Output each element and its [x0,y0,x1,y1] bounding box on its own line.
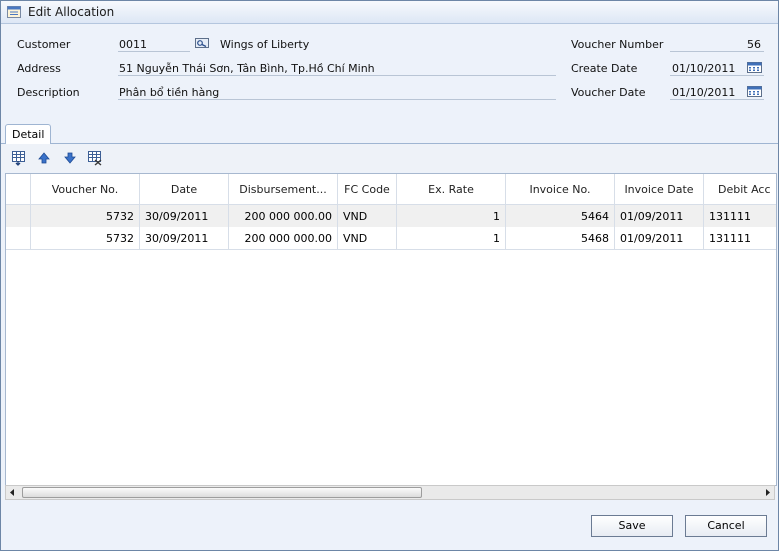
table-cell[interactable]: 01/09/2011 [615,227,704,249]
description-label: Description [17,86,80,99]
table-cell[interactable]: 01/09/2011 [615,205,704,227]
customer-code-field[interactable]: 0011 [119,38,147,51]
row-indicator[interactable] [6,227,31,249]
tab-strip: Detail [1,122,778,144]
customer-code-underline [118,51,190,52]
scroll-left-icon[interactable] [6,486,20,499]
detail-grid: Voucher No. Date Disbursement... FC Code… [5,173,777,486]
voucher-number-field[interactable]: 56 [671,38,761,51]
save-button[interactable]: Save [591,515,673,537]
address-underline [118,75,556,76]
move-up-icon[interactable] [36,150,52,166]
description-field[interactable]: Phân bổ tiền hàng [119,86,219,99]
window-icon [7,6,21,18]
column-header[interactable]: Ex. Rate [397,174,506,204]
table-cell[interactable]: 131111 [704,227,776,249]
lookup-icon[interactable] [195,38,209,48]
calendar-icon[interactable] [747,86,762,97]
grid-toolbar [1,144,778,172]
address-field[interactable]: 51 Nguyễn Thái Sơn, Tân Bình, Tp.Hồ Chí … [119,62,375,75]
column-header[interactable]: Invoice Date [615,174,704,204]
cancel-button[interactable]: Cancel [685,515,767,537]
table-row[interactable]: 5732 30/09/2011 200 000 000.00 VND 1 546… [6,205,776,227]
table-cell[interactable]: 200 000 000.00 [229,205,338,227]
table-cell[interactable]: 5464 [506,205,615,227]
window-title: Edit Allocation [28,5,115,19]
create-date-label: Create Date [571,62,638,75]
create-date-underline [670,75,764,76]
description-underline [118,99,556,100]
column-header[interactable]: Invoice No. [506,174,615,204]
column-header[interactable]: Voucher No. [31,174,140,204]
voucher-date-label: Voucher Date [571,86,646,99]
table-cell[interactable]: 5732 [31,227,140,249]
table-cell[interactable]: 30/09/2011 [140,205,229,227]
scrollbar-thumb[interactable] [22,487,422,498]
edit-allocation-dialog: Edit Allocation Customer 0011 Wings of L… [0,0,779,551]
voucher-number-label: Voucher Number [571,38,664,51]
tab-detail[interactable]: Detail [5,124,51,144]
title-bar: Edit Allocation [1,1,778,24]
create-date-field[interactable]: 01/10/2011 [672,62,735,75]
voucher-date-field[interactable]: 01/10/2011 [672,86,735,99]
table-cell[interactable]: 131111 [704,205,776,227]
grid-header: Voucher No. Date Disbursement... FC Code… [6,174,776,205]
table-cell[interactable]: 1 [397,205,506,227]
move-down-icon[interactable] [62,150,78,166]
table-cell[interactable]: VND [338,227,397,249]
table-row[interactable]: 5732 30/09/2011 200 000 000.00 VND 1 546… [6,227,776,249]
column-header[interactable]: Debit Acc [704,174,776,204]
table-cell[interactable]: 200 000 000.00 [229,227,338,249]
table-cell[interactable]: 1 [397,227,506,249]
grid-row-divider [6,249,776,250]
table-cell[interactable]: VND [338,205,397,227]
tab-detail-label: Detail [12,128,45,141]
voucher-number-underline [670,51,764,52]
table-cell[interactable]: 30/09/2011 [140,227,229,249]
delete-row-icon[interactable] [87,150,103,166]
calendar-icon[interactable] [747,62,762,73]
insert-row-icon[interactable] [11,150,27,166]
voucher-date-underline [670,99,764,100]
row-indicator[interactable] [6,205,31,227]
table-cell[interactable]: 5732 [31,205,140,227]
column-header[interactable]: Disbursement... [229,174,338,204]
table-cell[interactable]: 5468 [506,227,615,249]
address-label: Address [17,62,61,75]
customer-name: Wings of Liberty [220,38,310,51]
column-header[interactable]: Date [140,174,229,204]
customer-label: Customer [17,38,71,51]
column-header[interactable]: FC Code [338,174,397,204]
scroll-right-icon[interactable] [760,486,774,499]
row-indicator-header [6,174,31,204]
horizontal-scrollbar[interactable] [5,485,775,500]
